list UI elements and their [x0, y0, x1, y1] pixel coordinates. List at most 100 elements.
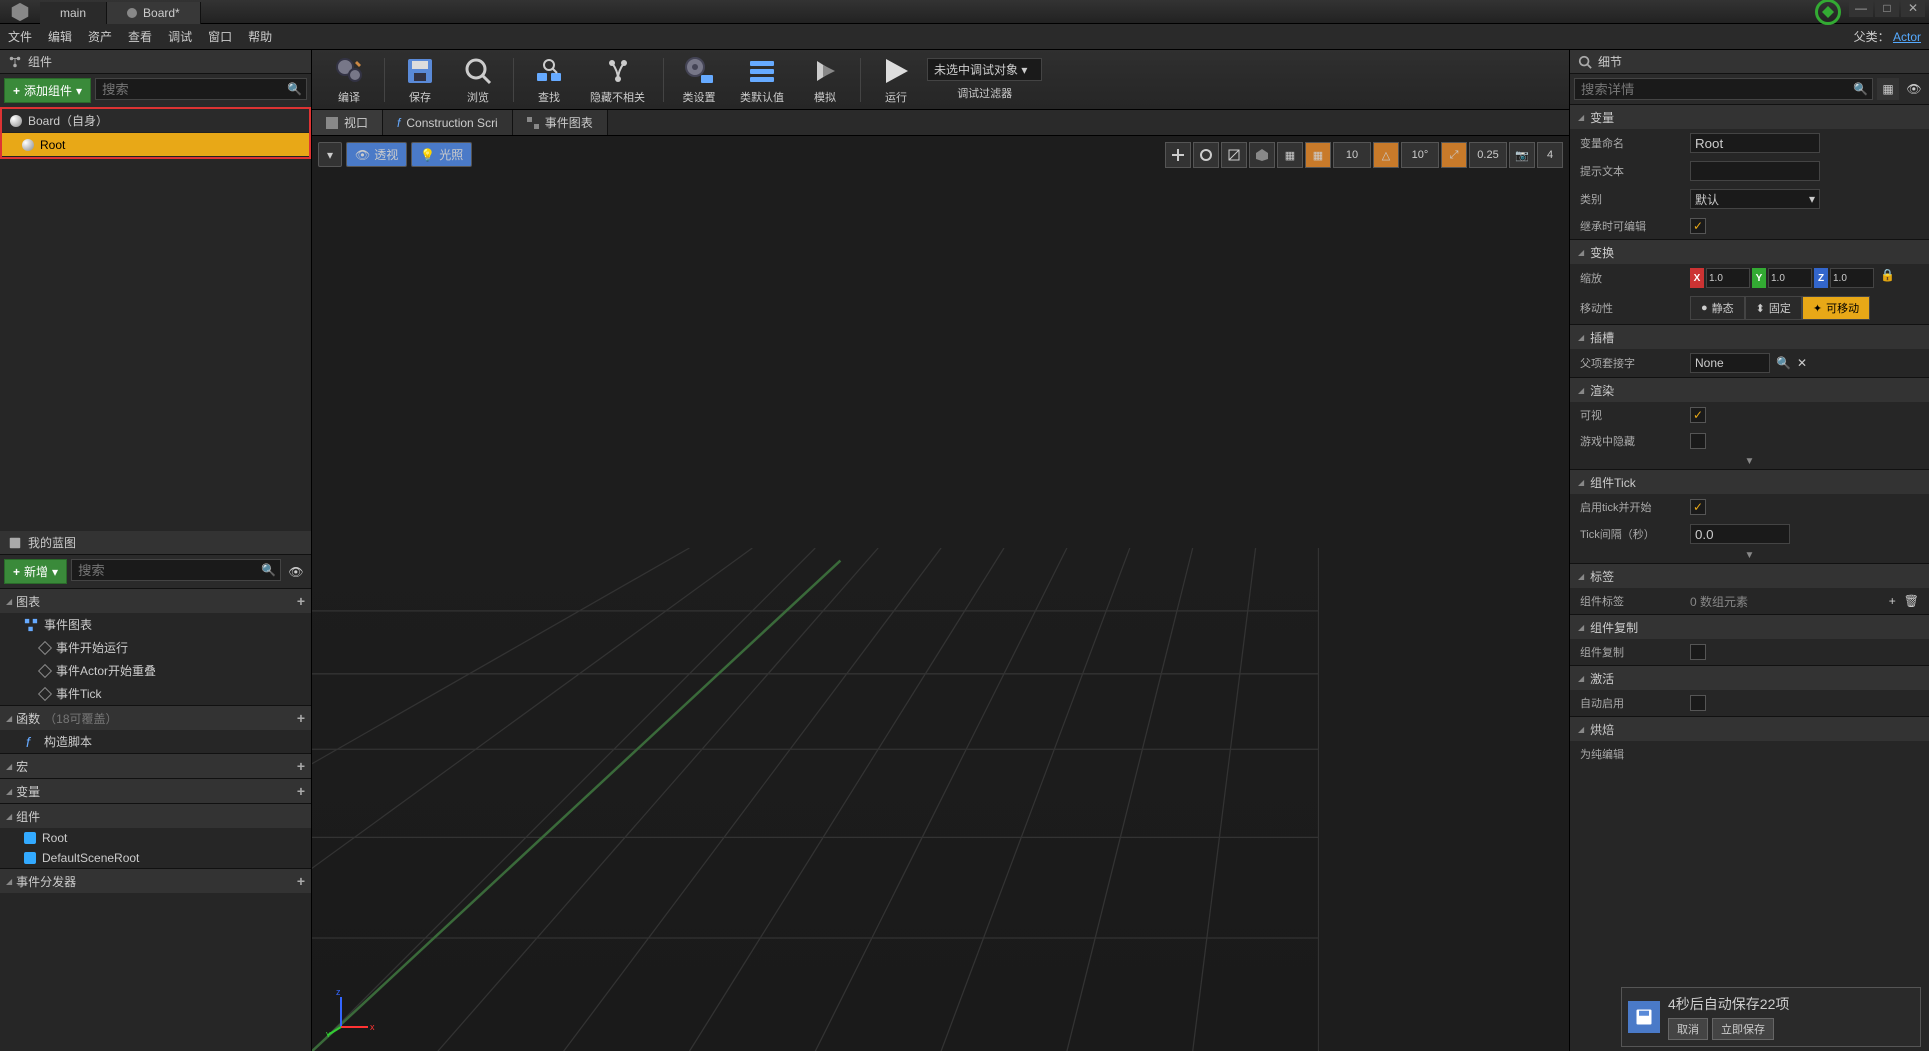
viewport-options-button[interactable]: ▾: [318, 142, 342, 167]
compile-button[interactable]: 编译: [322, 51, 376, 109]
add-new-button[interactable]: 新增 ▾: [4, 559, 67, 584]
components-section[interactable]: ◢组件: [0, 804, 311, 828]
scale-gizmo-button[interactable]: [1221, 142, 1247, 168]
expand-rendering[interactable]: ▼: [1570, 454, 1929, 469]
component-search[interactable]: 🔍: [95, 78, 307, 100]
event-graph-item[interactable]: 事件图表: [0, 613, 311, 636]
section-transform[interactable]: ◢变换: [1570, 240, 1929, 264]
find-button[interactable]: 查找: [522, 51, 576, 109]
translate-gizmo-button[interactable]: [1165, 142, 1191, 168]
menu-file[interactable]: 文件: [8, 28, 32, 45]
minimize-button[interactable]: —: [1849, 0, 1873, 17]
perspective-button[interactable]: 👁 透视: [346, 142, 407, 167]
details-search[interactable]: 🔍: [1574, 78, 1873, 100]
clear-tags-button[interactable]: 🗑: [1904, 594, 1919, 608]
camera-speed-value[interactable]: 4: [1537, 142, 1563, 168]
var-root[interactable]: Root: [0, 828, 311, 848]
lit-button[interactable]: 💡 光照: [411, 142, 472, 167]
play-button[interactable]: 运行: [869, 51, 923, 109]
myblueprint-search-input[interactable]: [78, 563, 274, 578]
grid-snap-button[interactable]: ▦: [1305, 142, 1331, 168]
add-graph-button[interactable]: +: [297, 593, 305, 609]
visible-checkbox[interactable]: [1690, 407, 1706, 423]
var-defaultsceneroot[interactable]: DefaultSceneRoot: [0, 848, 311, 868]
simulate-button[interactable]: 模拟: [798, 51, 852, 109]
grid-size[interactable]: 10: [1333, 142, 1371, 168]
menu-asset[interactable]: 资产: [88, 28, 112, 45]
maximize-button[interactable]: □: [1875, 0, 1899, 17]
component-row-root[interactable]: Root: [2, 133, 309, 157]
view-options-icon[interactable]: 👁: [285, 559, 307, 584]
event-beginplay[interactable]: 事件开始运行: [0, 636, 311, 659]
editable-checkbox[interactable]: [1690, 218, 1706, 234]
scale-x-input[interactable]: 1.0: [1706, 268, 1750, 288]
construction-script-item[interactable]: f构造脚本: [0, 730, 311, 753]
menu-edit[interactable]: 编辑: [48, 28, 72, 45]
add-tag-button[interactable]: +: [1889, 594, 1896, 608]
tick-enabled-checkbox[interactable]: [1690, 499, 1706, 515]
tick-interval-input[interactable]: [1690, 524, 1790, 544]
section-activation[interactable]: ◢激活: [1570, 666, 1929, 690]
add-component-button[interactable]: 添加组件 ▾: [4, 78, 91, 103]
myblueprint-search[interactable]: 🔍: [71, 559, 281, 581]
scale-snap-button[interactable]: ⤢: [1441, 142, 1467, 168]
parent-socket-input[interactable]: None: [1690, 353, 1770, 373]
component-row-board[interactable]: Board（自身）: [2, 109, 309, 133]
section-socket[interactable]: ◢插槽: [1570, 325, 1929, 349]
autosave-savenow-button[interactable]: 立即保存: [1712, 1018, 1774, 1040]
dispatchers-section[interactable]: ◢事件分发器+: [0, 869, 311, 893]
variables-section[interactable]: ◢变量+: [0, 779, 311, 803]
component-search-input[interactable]: [102, 82, 300, 97]
scale-snap-value[interactable]: 0.25: [1469, 142, 1507, 168]
macros-section[interactable]: ◢宏+: [0, 754, 311, 778]
section-tick[interactable]: ◢组件Tick: [1570, 470, 1929, 494]
search-socket-icon[interactable]: 🔍: [1776, 356, 1791, 370]
graphs-section[interactable]: ◢图表+: [0, 589, 311, 613]
variable-name-input[interactable]: [1690, 133, 1820, 153]
save-button[interactable]: 保存: [393, 51, 447, 109]
hidden-checkbox[interactable]: [1690, 433, 1706, 449]
auto-activate-checkbox[interactable]: [1690, 695, 1706, 711]
section-replication[interactable]: ◢组件复制: [1570, 615, 1929, 639]
menu-help[interactable]: 帮助: [248, 28, 272, 45]
rotation-snap-button[interactable]: △: [1373, 142, 1399, 168]
section-tags[interactable]: ◢标签: [1570, 564, 1929, 588]
add-variable-button[interactable]: +: [297, 783, 305, 799]
replication-checkbox[interactable]: [1690, 644, 1706, 660]
section-rendering[interactable]: ◢渲染: [1570, 378, 1929, 402]
menu-window[interactable]: 窗口: [208, 28, 232, 45]
debug-target-dropdown[interactable]: 未选中调试对象 ▾: [927, 58, 1042, 81]
tab-construction-script[interactable]: fConstruction Scri: [383, 110, 513, 135]
event-overlap[interactable]: 事件Actor开始重叠: [0, 659, 311, 682]
clear-socket-icon[interactable]: ✕: [1797, 356, 1807, 370]
close-button[interactable]: ✕: [1901, 0, 1925, 17]
rotate-gizmo-button[interactable]: [1193, 142, 1219, 168]
add-dispatcher-button[interactable]: +: [297, 873, 305, 889]
section-baking[interactable]: ◢烘焙: [1570, 717, 1929, 741]
surface-snap-button[interactable]: ▦: [1277, 142, 1303, 168]
expand-tick[interactable]: ▼: [1570, 548, 1929, 563]
browse-button[interactable]: 浏览: [451, 51, 505, 109]
mobility-stationary[interactable]: ⬍ 固定: [1745, 296, 1802, 320]
lock-icon[interactable]: 🔒: [1880, 268, 1895, 288]
event-tick[interactable]: 事件Tick: [0, 682, 311, 705]
viewport[interactable]: ▾ 👁 透视 💡 光照 ▦ ▦ 10 △ 10° ⤢ 0.25 📷 4: [312, 136, 1569, 1051]
rotation-snap-value[interactable]: 10°: [1401, 142, 1439, 168]
category-dropdown[interactable]: 默认▾: [1690, 189, 1820, 209]
menu-view[interactable]: 查看: [128, 28, 152, 45]
functions-section[interactable]: ◢函数（18可覆盖）+: [0, 706, 311, 730]
parent-class-link[interactable]: Actor: [1893, 30, 1921, 44]
tab-board[interactable]: Board*: [107, 2, 201, 24]
tab-event-graph[interactable]: 事件图表: [513, 110, 608, 135]
add-function-button[interactable]: +: [297, 710, 305, 726]
mobility-static[interactable]: ● 静态: [1690, 296, 1745, 320]
class-defaults-button[interactable]: 类默认值: [730, 51, 794, 109]
mobility-movable[interactable]: ✦ 可移动: [1802, 296, 1870, 320]
scale-y-input[interactable]: 1.0: [1768, 268, 1812, 288]
scale-z-input[interactable]: 1.0: [1830, 268, 1874, 288]
details-search-input[interactable]: [1581, 82, 1866, 97]
menu-debug[interactable]: 调试: [168, 28, 192, 45]
camera-speed-icon[interactable]: 📷: [1509, 142, 1535, 168]
hide-unrelated-button[interactable]: 隐藏不相关: [580, 51, 655, 109]
tab-viewport[interactable]: 视口: [312, 110, 383, 135]
